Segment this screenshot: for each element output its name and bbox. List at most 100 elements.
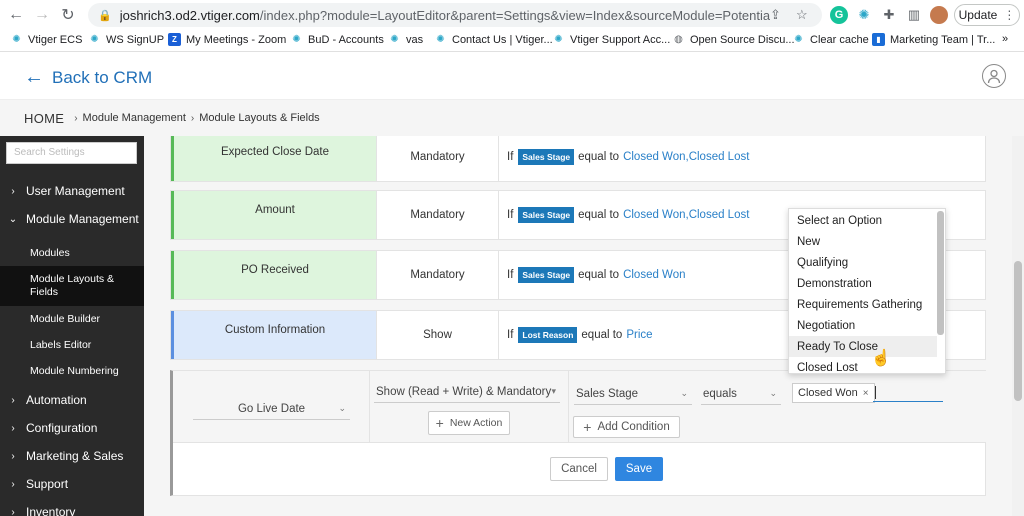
dropdown-option[interactable]: Demonstration — [789, 273, 937, 294]
bookmark-item[interactable]: ✺ BuD - Accounts — [290, 33, 384, 46]
sidebar-item-marketing-sales[interactable]: › Marketing & Sales — [0, 449, 144, 463]
dropdown-option[interactable]: New — [789, 231, 937, 252]
puzzle-icon[interactable]: ✚ — [880, 6, 898, 24]
plus-icon: + — [435, 415, 444, 431]
bookmark-item[interactable]: ✺ Contact Us | Vtiger... — [434, 33, 553, 46]
bookmark-label: Contact Us | Vtiger... — [452, 33, 553, 46]
dropdown-option[interactable]: Qualifying — [789, 252, 937, 273]
user-icon[interactable] — [982, 64, 1006, 88]
bookmark-label: BuD - Accounts — [308, 33, 384, 46]
dropdown-scrollbar[interactable] — [937, 211, 944, 335]
condition-field-value: Sales Stage — [576, 387, 639, 400]
dropdown-option-hovered[interactable]: Ready To Close — [789, 336, 937, 357]
action-select[interactable]: Show (Read + Write) & Mandatory ▾ — [374, 381, 560, 403]
rule-value: Closed Won — [623, 269, 686, 281]
grammarly-icon[interactable]: G — [830, 6, 848, 24]
dropdown-option[interactable]: Requirements Gathering — [789, 294, 937, 315]
bookmark-item[interactable]: ▮ Marketing Team | Tr... — [872, 33, 995, 46]
rule-row[interactable]: Expected Close Date Mandatory If Sales St… — [170, 136, 986, 182]
sidebar-item-label: Configuration — [26, 421, 98, 435]
plus-icon: + — [583, 419, 592, 435]
star-icon[interactable]: ☆ — [796, 7, 808, 23]
breadcrumb-home[interactable]: HOME — [24, 111, 64, 126]
dropdown-option[interactable]: Select an Option — [789, 210, 937, 231]
condition-field-select[interactable]: Sales Stage ⌄ — [574, 383, 692, 405]
condition-value-input[interactable] — [873, 383, 943, 402]
rule-if: If — [507, 209, 514, 221]
address-bar[interactable]: 🔒 joshrich3.od2.vtiger.com/index.php?mod… — [88, 3, 822, 27]
sidebar-item-user-management[interactable]: › User Management — [0, 184, 144, 198]
condition-operator-value: equals — [703, 387, 737, 400]
search-placeholder: Search Settings — [14, 147, 85, 158]
divider — [369, 371, 370, 443]
chevron-down-icon: ⌄ — [769, 388, 777, 398]
profile-avatar[interactable] — [930, 6, 948, 24]
bookmark-item[interactable]: ✺ vas — [388, 33, 423, 46]
dropdown-option[interactable]: Closed Lost — [789, 357, 937, 374]
text-caret — [875, 386, 876, 399]
rule-if: If — [507, 329, 514, 341]
more-vert-icon: ⋮ — [1003, 8, 1016, 22]
page-scrollbar[interactable] — [1012, 136, 1024, 516]
vtiger-icon: ✺ — [436, 34, 445, 45]
sidebar-item-label: Automation — [26, 393, 87, 407]
rule-condition: If Sales Stage equal to Closed Won,Closed L… — [498, 136, 749, 181]
bookmark-item[interactable]: ◍ Open Source Discu... — [672, 33, 794, 46]
sidepanel-icon[interactable]: ▥ — [905, 6, 923, 24]
globe-icon: ◍ — [674, 34, 683, 45]
back-to-crm-link[interactable]: ← Back to CRM — [24, 66, 152, 89]
rule-value: Closed Won,Closed Lost — [623, 209, 750, 221]
sidebar-item-inventory[interactable]: › Inventory — [0, 505, 144, 516]
bookmark-item[interactable]: ✺ Clear cache — [792, 33, 869, 46]
sidebar-item-support[interactable]: › Support — [0, 477, 144, 491]
field-select[interactable]: Go Live Date ⌄ — [193, 398, 350, 420]
back-arrow-icon[interactable]: ← — [4, 3, 28, 27]
sidebar-item-automation[interactable]: › Automation — [0, 393, 144, 407]
cancel-label: Cancel — [561, 463, 597, 475]
search-settings-input[interactable]: Search Settings — [6, 142, 137, 164]
add-condition-button[interactable]: + Add Condition — [573, 416, 680, 438]
forward-arrow-icon[interactable]: → — [30, 3, 54, 27]
rule-field-name: Custom Information — [171, 311, 376, 359]
rule-action: Show — [376, 311, 498, 359]
save-button[interactable]: Save — [615, 457, 663, 481]
sidebar-subitem-module-builder[interactable]: Module Builder — [0, 306, 144, 332]
sidebar-subitem-modules[interactable]: Modules — [0, 240, 144, 266]
scrollbar-thumb[interactable] — [1014, 261, 1022, 401]
share-icon[interactable]: ⇪ — [770, 7, 781, 23]
breadcrumb-item[interactable]: Module Management — [83, 112, 186, 124]
reload-icon[interactable]: ↻ — [56, 3, 80, 27]
sidebar-item-label: Inventory — [26, 505, 76, 516]
sidebar-item-configuration[interactable]: › Configuration — [0, 421, 144, 435]
bookmark-item[interactable]: ✺ Vtiger ECS — [10, 33, 82, 46]
new-action-button[interactable]: + New Action — [428, 411, 510, 435]
bookmark-item[interactable]: ✺ WS SignUP — [88, 33, 164, 46]
bookmark-label: Clear cache — [810, 33, 869, 46]
bookmark-item[interactable]: ✺ Vtiger Support Acc... — [552, 33, 670, 46]
settings-sidebar: Search Settings › User Management ⌄ Module… — [0, 136, 144, 516]
rule-operator: equal to — [578, 209, 620, 221]
condition-value-chip[interactable]: Closed Won × — [792, 383, 875, 403]
zoom-icon: Z — [168, 33, 181, 46]
sidebar-subitem-labels-editor[interactable]: Labels Editor — [0, 332, 144, 358]
vtiger-icon: ✺ — [794, 34, 803, 45]
vtiger-extension-icon[interactable]: ✺ — [855, 6, 873, 24]
cancel-button[interactable]: Cancel — [550, 457, 608, 481]
bookmarks-overflow[interactable]: » — [1002, 33, 1008, 45]
trello-icon: ▮ — [872, 33, 885, 46]
rule-field-name: Expected Close Date — [171, 136, 376, 181]
condition-operator-select[interactable]: equals ⌄ — [701, 383, 781, 405]
sidebar-subitem-module-numbering[interactable]: Module Numbering — [0, 358, 144, 384]
divider — [568, 371, 569, 443]
sidebar-subitem-module-layouts[interactable]: Module Layouts & Fields — [0, 266, 144, 306]
breadcrumb-item[interactable]: Module Layouts & Fields — [199, 112, 319, 124]
sidebar-subitem-label: Module Builder — [30, 313, 101, 325]
action-select-value: Show (Read + Write) & Mandatory — [376, 385, 552, 398]
bookmark-item[interactable]: Z My Meetings - Zoom — [168, 33, 286, 46]
dropdown-option[interactable]: Negotiation — [789, 315, 937, 336]
sidebar-item-module-management[interactable]: ⌄ Module Management — [0, 212, 144, 226]
chevron-right-icon: › — [11, 185, 15, 197]
update-button[interactable]: Update ⋮ — [954, 4, 1020, 26]
close-icon[interactable]: × — [863, 388, 869, 399]
chevron-down-icon: ⌄ — [8, 213, 18, 225]
